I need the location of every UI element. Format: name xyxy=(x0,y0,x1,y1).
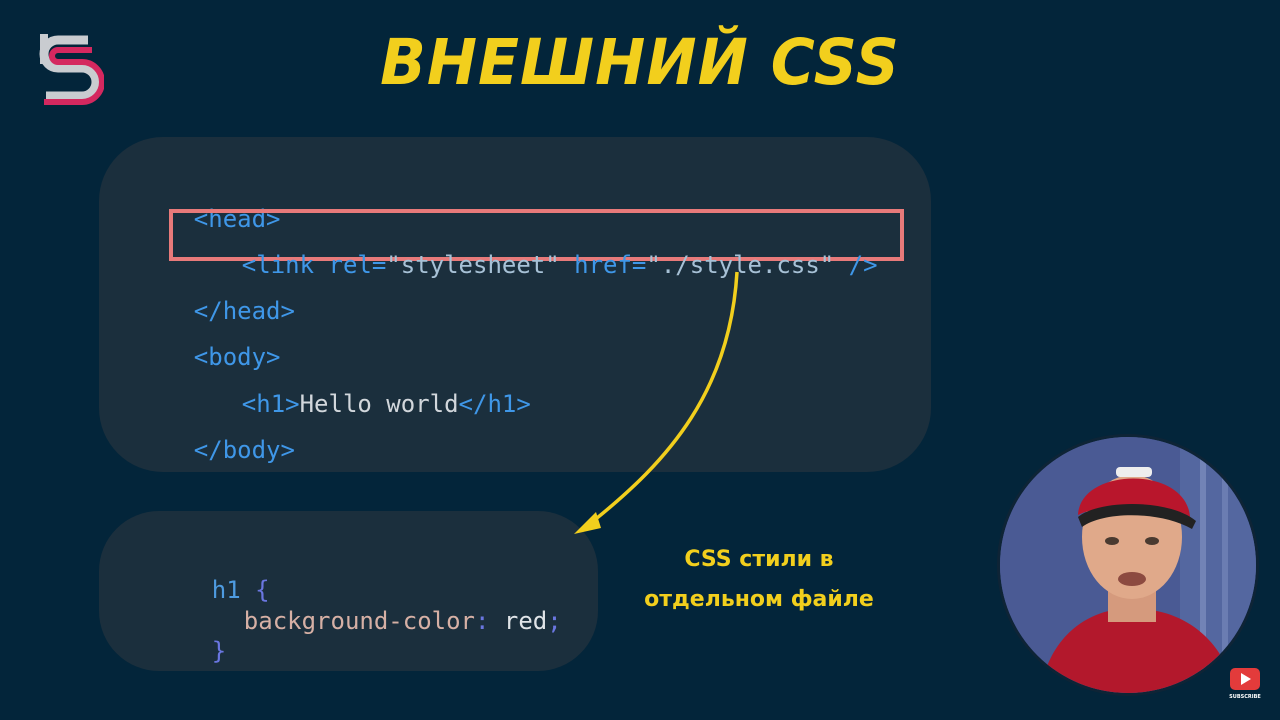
presenter-webcam xyxy=(1000,437,1256,693)
code-token-text: Hello world xyxy=(299,390,459,418)
subscribe-label: SUBSCRIBE xyxy=(1229,694,1261,700)
code-token-tag: /> xyxy=(834,251,878,279)
caption-line-1: CSS стили в xyxy=(684,547,834,572)
code-token-attr: rel= xyxy=(328,251,387,279)
slide: ВНЕШНИЙ CSS <head> <link rel="stylesheet… xyxy=(0,0,1280,720)
css-token-semicolon: ; xyxy=(547,607,562,635)
presenter-icon xyxy=(1000,437,1256,693)
css-line-declaration: background-color: red; xyxy=(186,576,562,666)
code-line-body-close: </body> xyxy=(136,405,295,495)
code-token-tag: </h1> xyxy=(458,390,531,418)
code-token-string: "./style.css" xyxy=(646,251,835,279)
css-token-value: red xyxy=(503,607,548,635)
css-token-brace: } xyxy=(211,637,227,665)
code-token-string: "stylesheet" xyxy=(386,251,560,279)
css-token-colon: : xyxy=(474,607,504,635)
code-token-tag: </body> xyxy=(193,436,295,464)
code-token-attr: href= xyxy=(559,251,647,279)
caption-note: CSS стили в отдельном файле xyxy=(626,540,892,620)
youtube-subscribe-icon[interactable]: SUBSCRIBE xyxy=(1228,666,1262,700)
caption-line-2: отдельном файле xyxy=(644,587,874,612)
css-line-close: } xyxy=(154,606,226,696)
slide-title: ВНЕШНИЙ CSS xyxy=(380,26,900,100)
css-token-property: background-color xyxy=(243,607,475,635)
